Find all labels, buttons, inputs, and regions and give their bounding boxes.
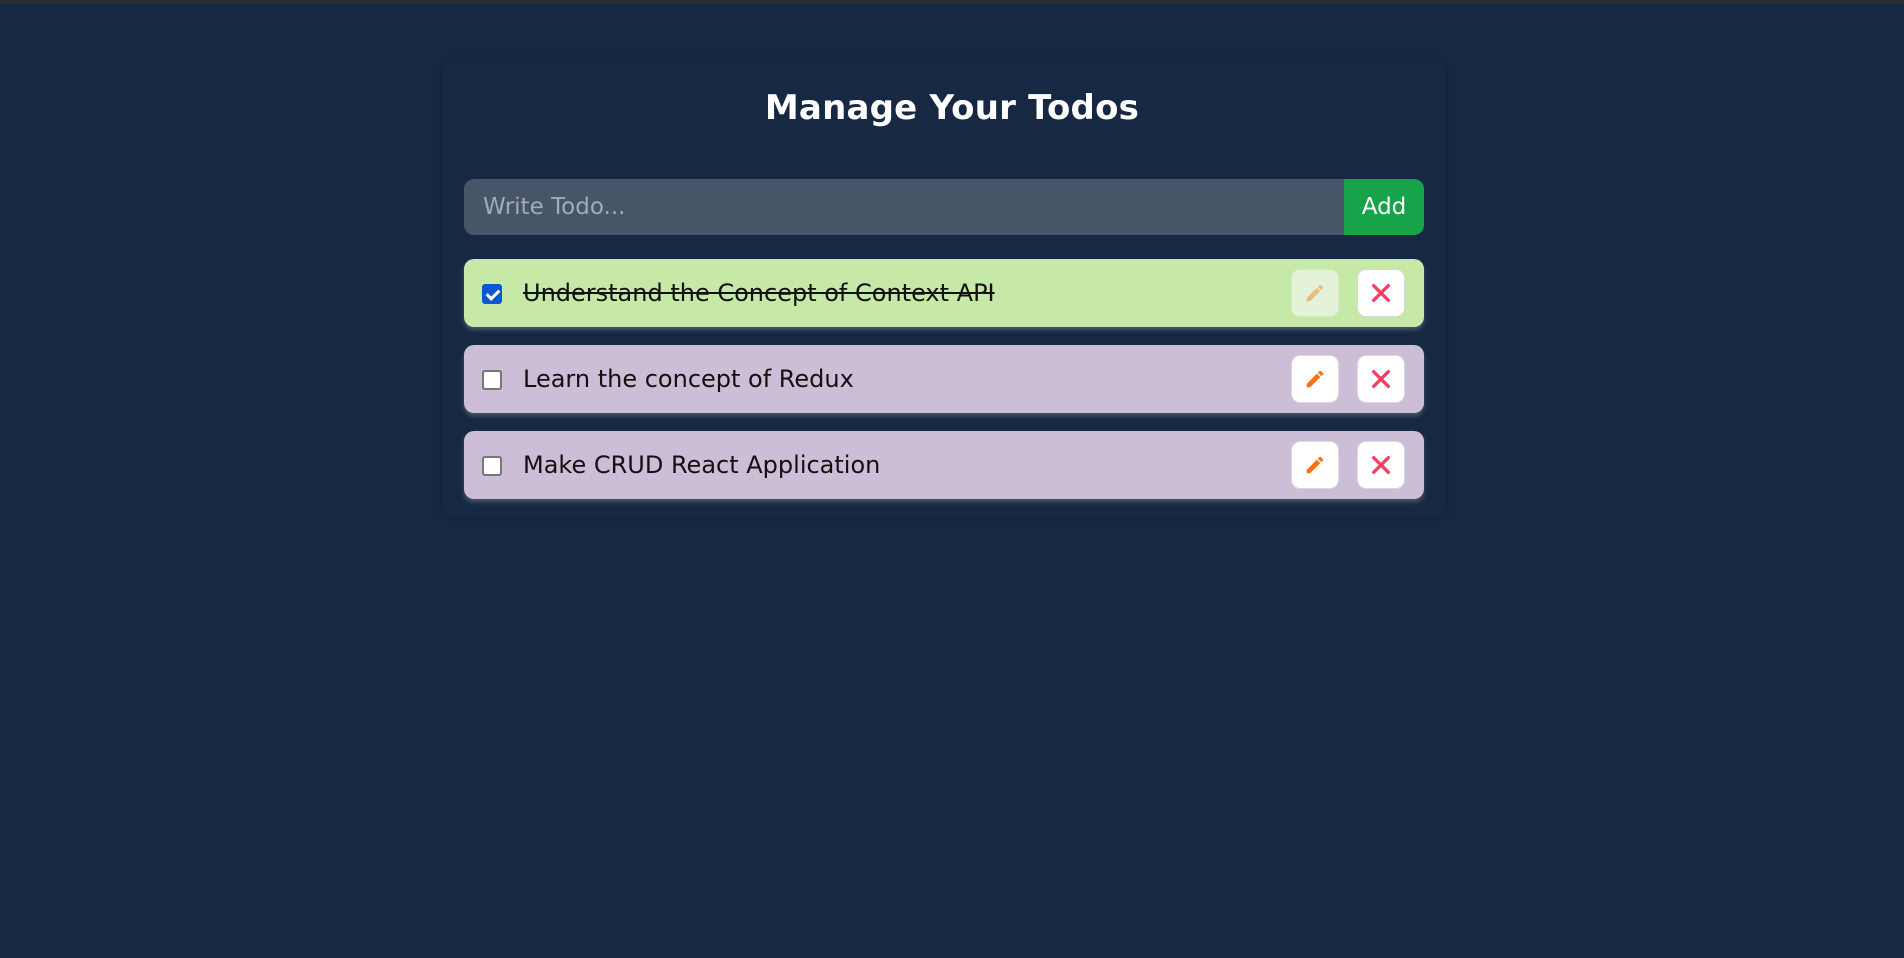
pencil-icon: [1306, 456, 1324, 474]
close-icon: [1372, 370, 1390, 388]
edit-button[interactable]: [1291, 269, 1339, 317]
todo-checkbox[interactable]: [482, 284, 502, 304]
delete-button[interactable]: [1357, 441, 1405, 489]
add-button[interactable]: Add: [1344, 179, 1424, 235]
close-icon: [1372, 456, 1390, 474]
delete-button[interactable]: [1357, 269, 1405, 317]
todo-item: Learn the concept of Redux: [464, 345, 1424, 413]
todo-item: Make CRUD React Application: [464, 431, 1424, 499]
window-top-border: [0, 0, 1904, 4]
pencil-icon: [1306, 370, 1324, 388]
delete-button[interactable]: [1357, 355, 1405, 403]
todo-text: Make CRUD React Application: [523, 451, 881, 479]
edit-button[interactable]: [1291, 441, 1339, 489]
pencil-icon: [1306, 284, 1324, 302]
todo-text: Learn the concept of Redux: [523, 365, 854, 393]
todo-list: Understand the Concept of Context API Le…: [464, 259, 1424, 517]
close-icon: [1372, 284, 1390, 302]
todo-text: Understand the Concept of Context API: [523, 279, 995, 307]
page-title: Manage Your Todos: [764, 88, 1140, 128]
edit-button[interactable]: [1291, 355, 1339, 403]
todo-checkbox[interactable]: [482, 456, 502, 476]
todo-checkbox[interactable]: [482, 370, 502, 390]
todo-item: Understand the Concept of Context API: [464, 259, 1424, 327]
todo-form: Add: [464, 179, 1424, 235]
todo-input[interactable]: [464, 179, 1344, 235]
